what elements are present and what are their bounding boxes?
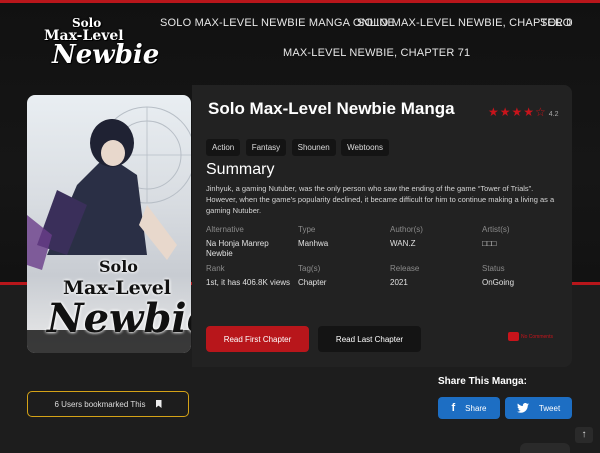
comment-icon	[508, 332, 519, 341]
manga-cover: Solo Max-Level Newbie	[27, 95, 191, 353]
facebook-share-button[interactable]: f Share	[438, 397, 500, 419]
site-logo[interactable]: Solo Max-Level Newbie	[32, 14, 159, 72]
genre-list: Action Fantasy Shounen Webtoons	[206, 137, 390, 156]
facebook-share-label: Share	[465, 403, 487, 413]
read-first-chapter-button[interactable]: Read First Chapter	[206, 326, 309, 352]
nav-link-chapter-71-cont[interactable]: MAX-LEVEL NEWBIE, CHAPTER 71	[283, 47, 470, 59]
read-last-chapter-button[interactable]: Read Last Chapter	[318, 326, 421, 352]
detail-value[interactable]: □□□	[482, 239, 572, 249]
detail-status: Status OnGoing	[482, 264, 572, 288]
back-to-top-button[interactable]: ↑	[575, 427, 593, 443]
detail-label: Artist(s)	[482, 225, 510, 234]
detail-label: Release	[390, 264, 420, 273]
detail-label: Alternative	[206, 225, 244, 234]
genre-tag[interactable]: Fantasy	[245, 139, 287, 156]
share-heading: Share This Manga:	[438, 376, 527, 387]
detail-label: Status	[482, 264, 505, 273]
partial-element	[520, 443, 570, 453]
detail-value: Manhwa	[298, 239, 329, 248]
twitter-share-button[interactable]: Tweet	[505, 397, 572, 419]
genre-tag[interactable]: Action	[206, 139, 241, 156]
detail-value[interactable]: Chapter	[298, 278, 388, 288]
bookmark-button[interactable]: 6 Users bookmarked This	[27, 391, 189, 417]
detail-rank: Rank 1st, it has 406.8K views	[206, 264, 296, 288]
detail-alternative: Alternative Na Honja Manrep Newbie	[206, 225, 296, 259]
summary-heading: Summary	[206, 161, 275, 178]
detail-value: Na Honja Manrep Newbie	[206, 239, 269, 258]
cover-title-line1: Solo	[99, 257, 138, 276]
detail-tags: Tag(s) Chapter	[298, 264, 388, 288]
detail-value: 2021	[390, 278, 408, 287]
cover-title-line3: Newbie	[47, 295, 191, 342]
twitter-icon	[516, 403, 529, 413]
logo-text-line3: Newbie	[52, 40, 160, 70]
detail-release: Release 2021	[390, 264, 480, 288]
detail-artist: Artist(s) □□□	[482, 225, 572, 249]
genre-tag[interactable]: Shounen	[291, 139, 336, 156]
detail-label: Rank	[206, 264, 225, 273]
rating-value: 4.2	[548, 111, 559, 118]
detail-author: Author(s) WAN.Z	[390, 225, 480, 249]
facebook-icon: f	[451, 402, 456, 414]
comments-link[interactable]: No Comments	[508, 328, 553, 346]
nav-link-chapter-71[interactable]: SOLO	[540, 17, 571, 29]
detail-value: 1st, it has 406.8K views	[206, 278, 291, 287]
manga-title: Solo Max-Level Newbie Manga	[208, 99, 455, 118]
detail-label: Type	[298, 225, 316, 234]
rating: ★★★★☆ 4.2	[488, 105, 559, 119]
detail-value: OnGoing	[482, 278, 515, 287]
bookmark-count: 6 Users bookmarked This	[54, 399, 146, 409]
main-nav: SOLO MAX-LEVEL NEWBIE MANGA ONLINE SOLO …	[150, 10, 590, 70]
detail-label: Author(s)	[390, 225, 423, 234]
twitter-share-label: Tweet	[538, 403, 561, 413]
detail-value[interactable]: WAN.Z	[390, 239, 480, 249]
detail-label: Tag(s)	[298, 264, 321, 273]
detail-type: Type Manhwa	[298, 225, 388, 249]
summary-text: Jinhyuk, a gaming Nutuber, was the only …	[206, 184, 555, 215]
bookmark-icon	[155, 400, 162, 408]
genre-tag[interactable]: Webtoons	[341, 139, 389, 156]
comments-count: No Comments	[521, 333, 553, 340]
rating-stars: ★★★★☆	[488, 105, 547, 119]
manga-info-panel: Solo Max-Level Newbie Manga ★★★★☆ 4.2 Act…	[192, 85, 572, 367]
